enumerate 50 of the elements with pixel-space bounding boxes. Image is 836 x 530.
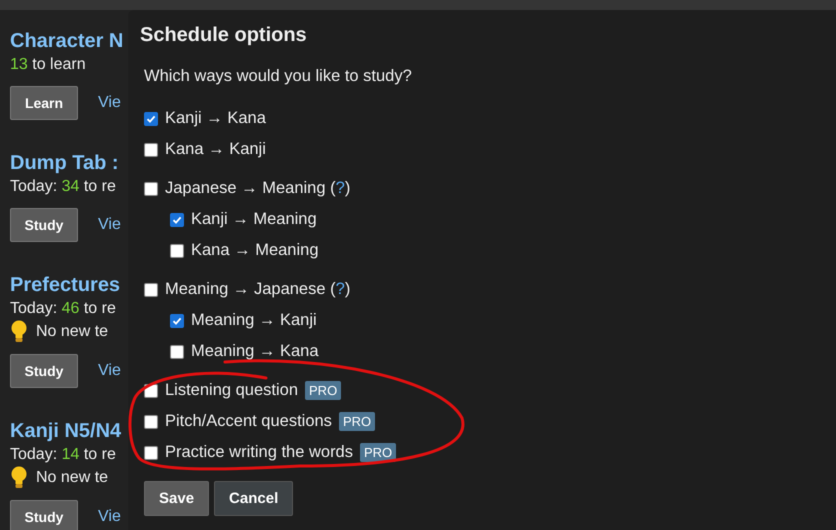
lightbulb-icon bbox=[10, 320, 28, 344]
cancel-button[interactable]: Cancel bbox=[214, 481, 294, 516]
dialog-title: Schedule options bbox=[140, 23, 308, 48]
view-link[interactable]: Vie bbox=[98, 216, 121, 234]
view-link[interactable]: Vie bbox=[98, 362, 121, 380]
checkbox[interactable] bbox=[144, 282, 158, 296]
deck-title[interactable]: Kanji N5/N4 bbox=[10, 418, 128, 444]
study-button[interactable]: Learn bbox=[10, 86, 78, 120]
pro-badge: PRO bbox=[338, 412, 376, 431]
option-label[interactable]: Kana → Meaning bbox=[191, 241, 318, 260]
option-label[interactable]: Practice writing the words bbox=[165, 443, 353, 462]
checkbox[interactable] bbox=[144, 182, 158, 196]
checkbox[interactable] bbox=[170, 314, 184, 328]
help-link[interactable]: ? bbox=[336, 280, 345, 298]
view-link[interactable]: Vie bbox=[98, 94, 121, 112]
review-count: Today: 46 to re bbox=[10, 299, 117, 319]
option-label[interactable]: Kanji → Meaning bbox=[191, 210, 317, 229]
deck-title[interactable]: Character N bbox=[10, 28, 128, 54]
pro-badge: PRO bbox=[305, 381, 342, 400]
help-link[interactable]: ? bbox=[336, 179, 345, 197]
checkbox[interactable] bbox=[170, 212, 184, 226]
tip-text: No new te bbox=[36, 322, 108, 342]
study-button[interactable]: Study bbox=[10, 208, 78, 242]
option-label[interactable]: Kana → Kanji bbox=[165, 140, 266, 159]
option-label[interactable]: Listening question bbox=[165, 381, 298, 400]
deck-title[interactable]: Prefectures bbox=[10, 272, 128, 298]
review-count: Today: 34 to re bbox=[10, 177, 117, 197]
pro-badge: PRO bbox=[360, 443, 396, 462]
checkbox[interactable] bbox=[144, 446, 158, 460]
option-label[interactable]: Meaning → Kanji bbox=[191, 311, 317, 330]
review-count: 13 to learn bbox=[10, 55, 87, 75]
checkbox[interactable] bbox=[170, 244, 184, 258]
option-label[interactable]: Meaning → Japanese (?) bbox=[165, 280, 350, 299]
save-button[interactable]: Save bbox=[144, 481, 210, 516]
review-count: Today: 14 to re bbox=[10, 445, 117, 465]
checkbox[interactable] bbox=[170, 344, 184, 358]
option-label[interactable]: Pitch/Accent questions bbox=[165, 412, 332, 431]
option-label[interactable]: Kanji → Kana bbox=[165, 109, 266, 128]
view-link[interactable]: Vie bbox=[98, 508, 121, 526]
option-label[interactable]: Japanese → Meaning (?) bbox=[165, 179, 350, 198]
deck-title[interactable]: Dump Tab : bbox=[10, 150, 128, 176]
lightbulb-icon bbox=[10, 466, 28, 490]
checkbox[interactable] bbox=[144, 142, 158, 156]
checkbox[interactable] bbox=[144, 112, 158, 126]
study-button[interactable]: Study bbox=[10, 500, 78, 530]
option-label[interactable]: Meaning → Kana bbox=[191, 342, 318, 361]
checkbox[interactable] bbox=[144, 414, 158, 428]
question-text: Which ways would you like to study? bbox=[144, 66, 413, 87]
study-button[interactable]: Study bbox=[10, 354, 78, 388]
tip-text: No new te bbox=[36, 468, 108, 488]
